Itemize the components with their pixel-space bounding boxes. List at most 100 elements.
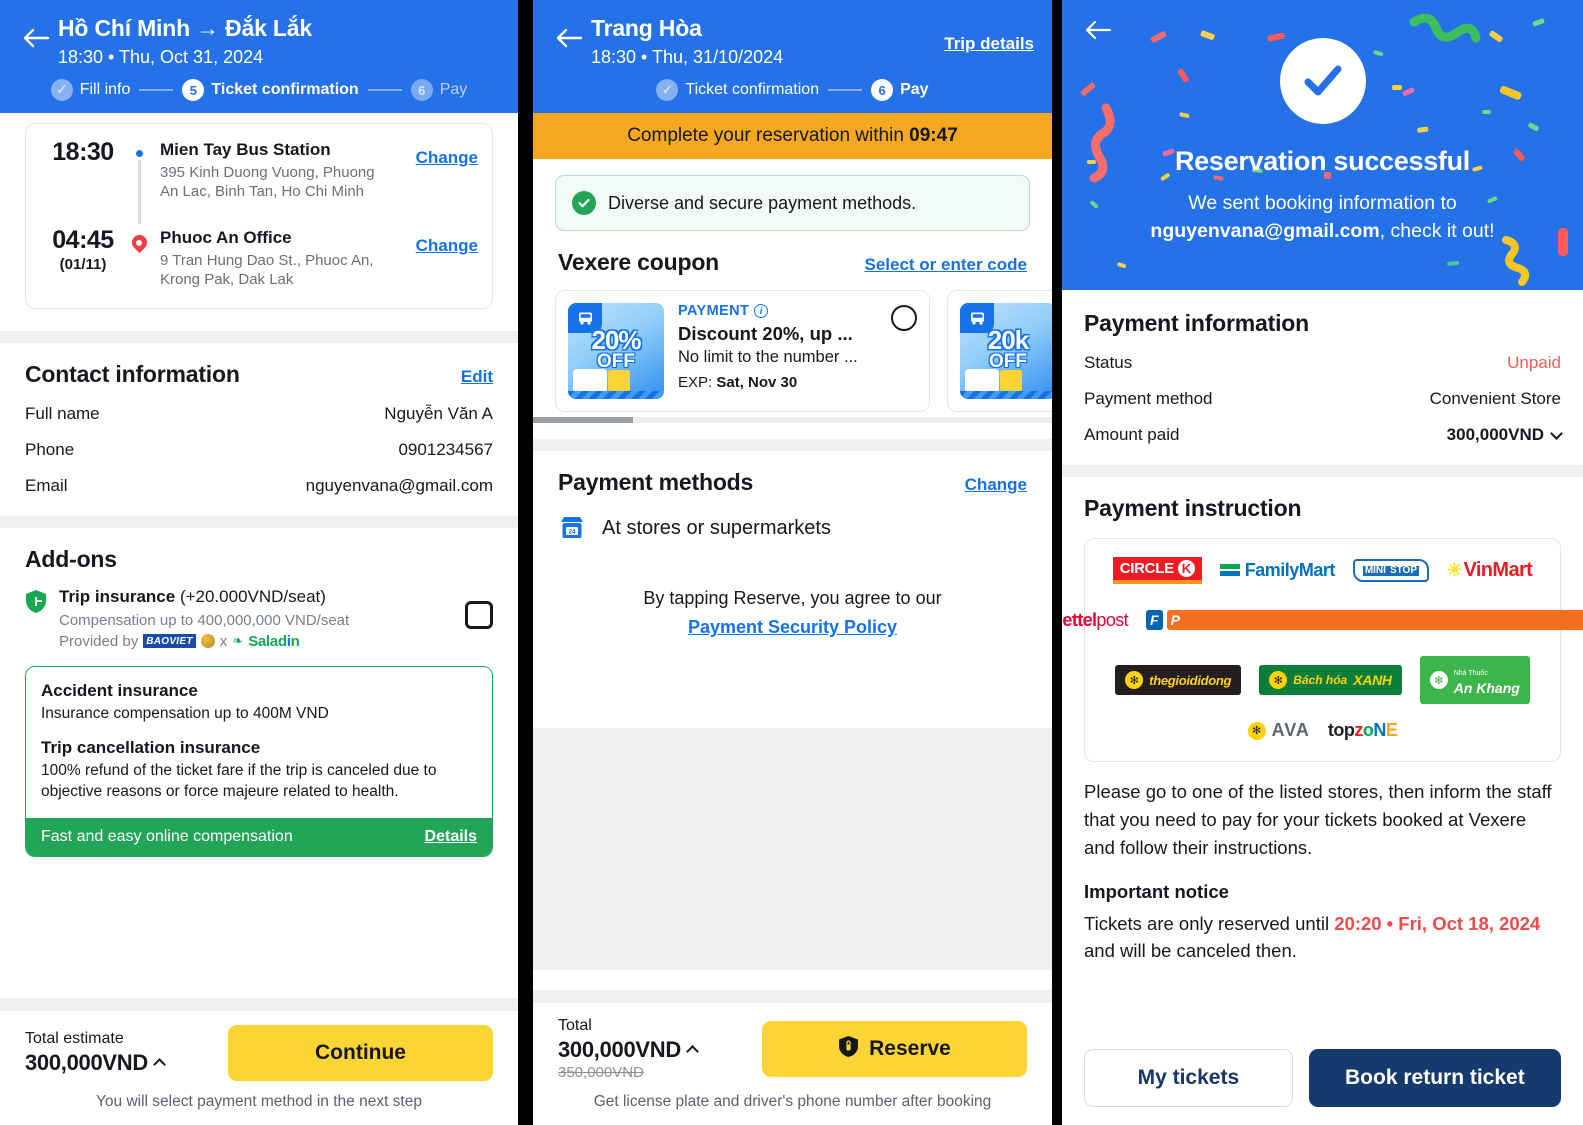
chevron-up-icon[interactable] bbox=[153, 1057, 166, 1071]
payment-instruction-header: Payment instruction bbox=[1062, 477, 1583, 522]
step-indicator: ✓ Ticket confirmation 6 Pay bbox=[533, 69, 1052, 113]
step-badge: 5 bbox=[182, 79, 205, 102]
chevron-up-icon[interactable] bbox=[686, 1044, 699, 1058]
chevron-down-icon[interactable] bbox=[1550, 427, 1563, 440]
payment-information-section: Payment information Status Unpaid Paymen… bbox=[1062, 290, 1583, 465]
gift-art-icon bbox=[1000, 370, 1022, 393]
step-pay[interactable]: 6 Pay bbox=[871, 79, 929, 102]
insurance-title-line: Trip insurance (+20.000VND/seat) bbox=[59, 587, 465, 607]
trip-datetime: 18:30 • Thu, Oct 31, 2024 bbox=[58, 46, 264, 67]
contact-row-phone: Phone 0901234567 bbox=[25, 440, 493, 460]
insurance-price: (+20.000VND/seat) bbox=[179, 586, 326, 606]
three-panel-screenshot: Hồ Chí Minh → Đắk Lắk 18:30 • Thu, Oct 3… bbox=[0, 0, 1583, 1125]
store-logo-row: CIRCLE K FamilyMart MINI STOP ✳ VinMart bbox=[1099, 557, 1546, 584]
total-amount: 300,000VND bbox=[558, 1037, 681, 1062]
familymart-logo: FamilyMart bbox=[1219, 560, 1335, 581]
coupon-scrollbar[interactable] bbox=[533, 417, 1052, 424]
route-rail-end bbox=[126, 226, 152, 256]
store-logo-row: ✻ AVA top z o N E bbox=[1099, 720, 1546, 741]
payment-methods-section: Payment methods Change 24 At stores or s… bbox=[533, 451, 1052, 662]
change-link-label[interactable]: Change bbox=[416, 236, 478, 255]
panel-separator-right bbox=[1052, 0, 1062, 1125]
notice-deadline: 20:20 • Fri, Oct 18, 2024 bbox=[1334, 913, 1541, 935]
status-badge: Unpaid bbox=[1507, 353, 1561, 372]
step-ticket-confirmation[interactable]: 5 Ticket confirmation bbox=[182, 79, 359, 102]
provided-by-label: Provided by bbox=[59, 632, 139, 650]
continue-button[interactable]: Continue bbox=[228, 1025, 493, 1081]
destination-pin-icon bbox=[132, 235, 147, 256]
success-email: nguyenvana@gmail.com bbox=[1150, 220, 1380, 243]
success-heading: Reservation successful bbox=[1174, 146, 1471, 176]
change-arrival[interactable]: Change bbox=[392, 226, 478, 256]
arrival-time-block: 04:45 (01/11) bbox=[40, 226, 126, 273]
panel2-bottom-bar: Total 300,000VND 350,000VND Reserve Get … bbox=[533, 990, 1052, 1125]
back-arrow-icon[interactable] bbox=[1084, 18, 1112, 47]
step-badge: 6 bbox=[871, 79, 894, 102]
payment-instruction-title: Payment instruction bbox=[1084, 495, 1302, 521]
back-arrow-icon[interactable] bbox=[14, 10, 58, 50]
success-message-line2: , check it out! bbox=[1379, 220, 1495, 243]
payment-method-label: At stores or supermarkets bbox=[602, 516, 831, 539]
select-or-enter-code-link[interactable]: Select or enter code bbox=[864, 255, 1027, 275]
agreement-prefix: By tapping Reserve, you agree to our bbox=[643, 588, 942, 609]
trip-insurance-addon[interactable]: Trip insurance (+20.000VND/seat) Compens… bbox=[25, 587, 493, 650]
store-logos-card: CIRCLE K FamilyMart MINISTOP ✳VinMart ÆO… bbox=[1062, 538, 1583, 762]
route-line bbox=[137, 160, 141, 225]
coupon-carousel[interactable]: 20% OFF PAYMENT i Discount 20%, up ... N… bbox=[533, 290, 1052, 413]
coupon-card[interactable]: 20% OFF PAYMENT i Discount 20%, up ... N… bbox=[555, 290, 930, 413]
bottom-hint-text: You will select payment method in the ne… bbox=[96, 1093, 422, 1110]
trip-insurance-checkbox[interactable] bbox=[465, 600, 493, 629]
total-label: Total estimate bbox=[25, 1030, 124, 1047]
check-shield-icon bbox=[572, 191, 596, 216]
panel-separator-left bbox=[518, 0, 533, 1125]
arrival-address: 9 Tran Hung Dao St., Phuoc An, Krong Pak… bbox=[160, 251, 374, 289]
step-fill-info[interactable]: ✓ Fill info bbox=[50, 79, 130, 102]
label: Full name bbox=[25, 403, 100, 423]
panel1-header: Hồ Chí Minh → Đắk Lắk 18:30 • Thu, Oct 3… bbox=[0, 0, 518, 114]
thegioididong-logo: ✻ thegioididong bbox=[1115, 665, 1242, 695]
edit-contact-button[interactable]: Edit bbox=[461, 367, 493, 387]
zigzag-edge bbox=[568, 391, 664, 400]
step-ticket-confirmation[interactable]: ✓ Ticket confirmation bbox=[656, 79, 819, 102]
ticket-art-icon bbox=[573, 369, 607, 394]
change-payment-method-link[interactable]: Change bbox=[965, 475, 1027, 495]
trip-route-card: 18:30 Mien Tay Bus Station 395 Kinh Duon… bbox=[25, 123, 493, 309]
coupon-card[interactable]: 20k OFF bbox=[947, 290, 1052, 413]
change-link-label[interactable]: Change bbox=[416, 148, 478, 167]
arrival-date: (01/11) bbox=[59, 256, 107, 274]
bottom-bar-divider bbox=[0, 999, 518, 1011]
section-divider bbox=[0, 515, 518, 528]
coupon-radio[interactable] bbox=[891, 305, 917, 332]
book-return-ticket-button[interactable]: Book return ticket bbox=[1308, 1049, 1561, 1107]
payment-security-policy-link[interactable]: Payment Security Policy bbox=[688, 617, 897, 637]
change-departure[interactable]: Change bbox=[392, 138, 478, 168]
coupon-expiry-date: Sat, Nov 30 bbox=[716, 374, 798, 392]
store-logo-row: ÆON MALL B'smart viettel post FPTShop bbox=[1062, 600, 1583, 640]
gift-art-icon bbox=[608, 370, 630, 393]
departure-place: Mien Tay Bus Station 395 Kinh Duong Vuon… bbox=[152, 138, 392, 202]
origin-dot-icon bbox=[132, 147, 146, 161]
step-badge: 6 bbox=[410, 79, 433, 102]
value: 0901234567 bbox=[398, 439, 493, 459]
trip-datetime: 18:30 • Thu, 31/10/2024 bbox=[591, 46, 784, 67]
amount-paid-row[interactable]: Amount paid 300,000VND bbox=[1084, 425, 1563, 445]
step-pay[interactable]: 6 Pay bbox=[410, 79, 467, 102]
total-block[interactable]: Total 300,000VND 350,000VND bbox=[558, 1017, 746, 1081]
info-icon[interactable]: i bbox=[754, 304, 769, 319]
label: Phone bbox=[25, 439, 75, 459]
coupon-expiry-label: EXP: bbox=[678, 374, 717, 392]
back-arrow-icon[interactable] bbox=[547, 10, 591, 50]
insurance-name: Trip insurance bbox=[59, 586, 176, 606]
reserve-button[interactable]: Reserve bbox=[762, 1021, 1027, 1077]
scrollbar-thumb[interactable] bbox=[533, 417, 633, 424]
total-estimate-block[interactable]: Total estimate 300,000VND bbox=[25, 1030, 212, 1076]
route-rail bbox=[126, 138, 152, 225]
trip-leg-arrival: 04:45 (01/11) Phuoc An Office 9 Tran Hun… bbox=[40, 226, 478, 290]
accident-insurance-title: Accident insurance bbox=[41, 680, 198, 700]
insurance-details-link[interactable]: Details bbox=[425, 828, 477, 846]
total-amount: 300,000VND bbox=[25, 1050, 148, 1075]
saladin-logo: Saladin bbox=[248, 632, 300, 650]
my-tickets-button[interactable]: My tickets bbox=[1084, 1049, 1293, 1107]
trip-details-link[interactable]: Trip details bbox=[944, 10, 1038, 54]
selected-payment-method[interactable]: 24 At stores or supermarkets bbox=[558, 514, 1027, 542]
